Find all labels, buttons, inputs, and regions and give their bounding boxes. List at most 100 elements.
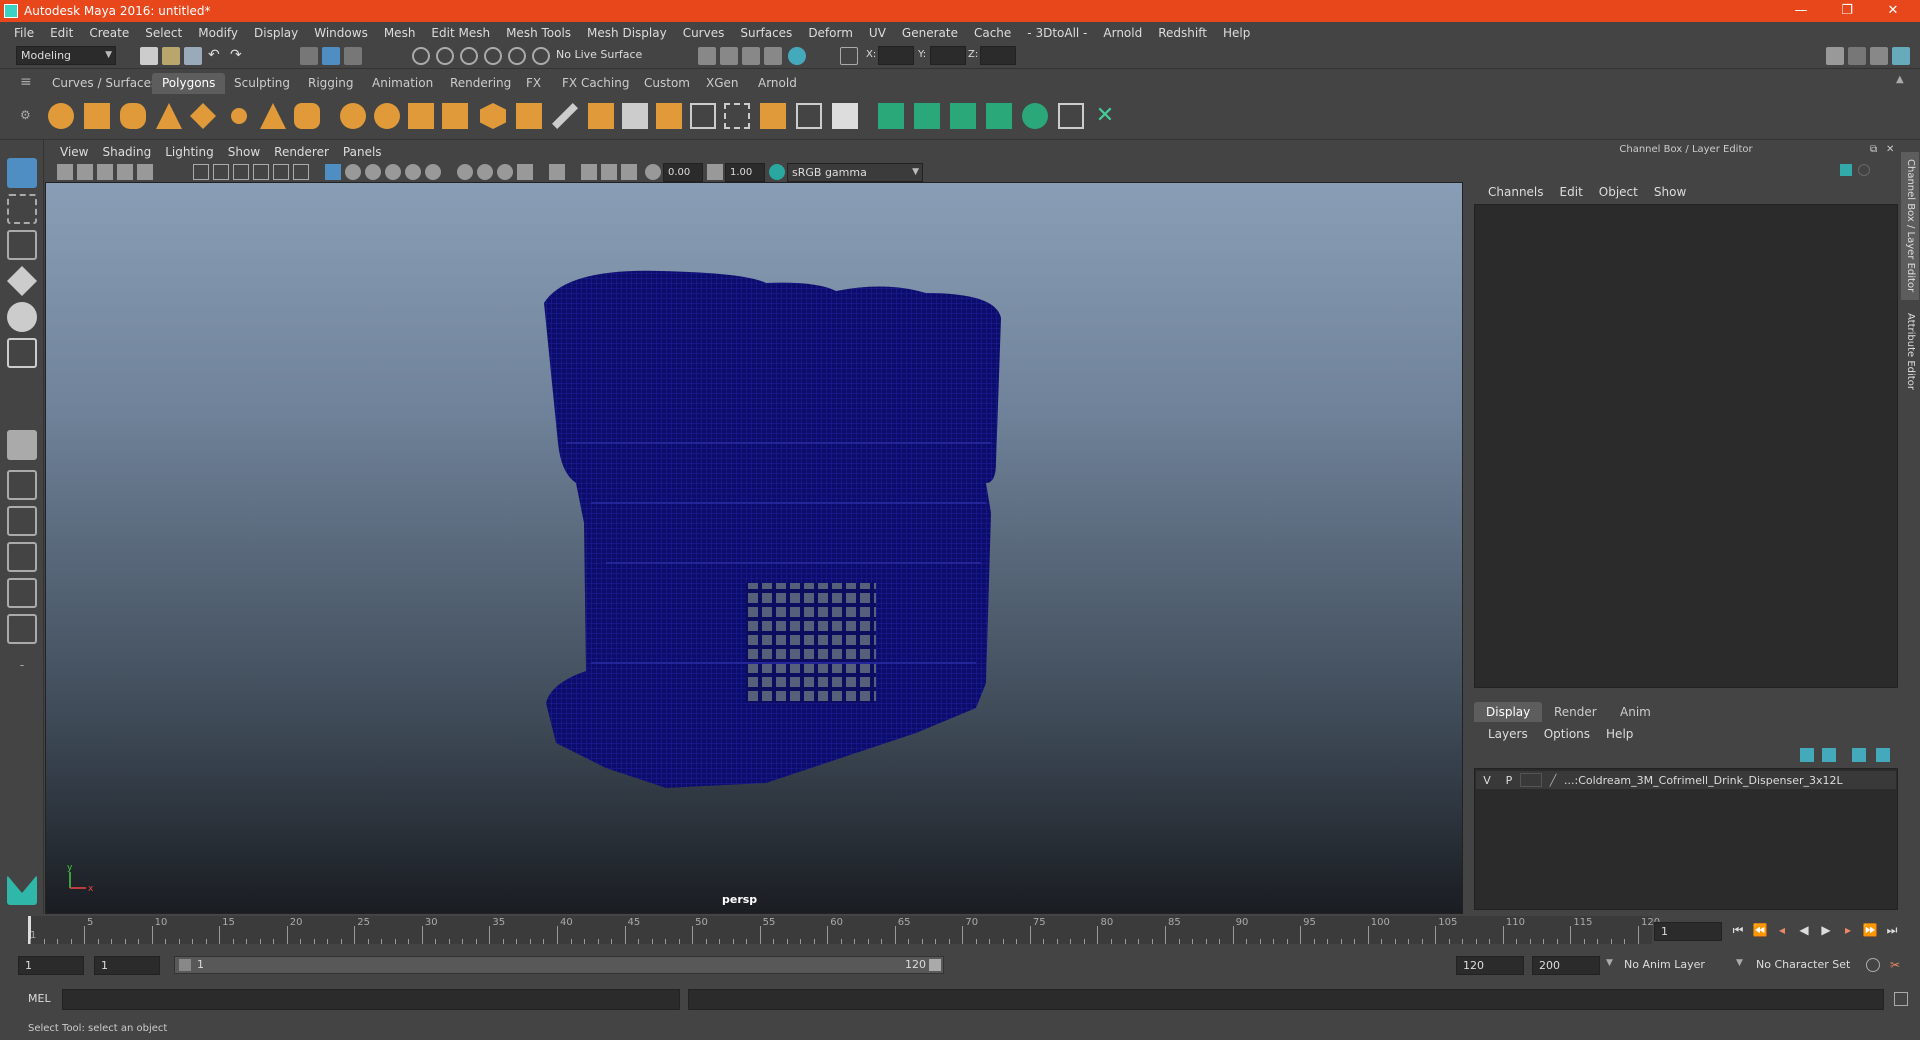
tab-animation[interactable]: Animation <box>362 73 443 94</box>
motion-blur-icon[interactable] <box>477 164 493 180</box>
menu-curves[interactable]: Curves <box>675 26 733 40</box>
persp-outliner-layout-icon[interactable] <box>7 578 37 608</box>
character-set-dropdown[interactable]: No Character Set <box>1752 956 1864 975</box>
separate-icon[interactable] <box>374 103 400 129</box>
menu-create[interactable]: Create <box>81 26 137 40</box>
play-forwards-icon[interactable]: ▶ <box>1818 922 1834 938</box>
symmetry-icon[interactable]: ✕ <box>1092 103 1118 129</box>
xray-joints-icon[interactable] <box>581 164 597 180</box>
menu-mesh-display[interactable]: Mesh Display <box>579 26 675 40</box>
cb-menu-edit[interactable]: Edit <box>1552 185 1591 199</box>
menu-edit-mesh[interactable]: Edit Mesh <box>423 26 498 40</box>
tab-custom[interactable]: Custom <box>634 73 700 94</box>
vp-menu-show[interactable]: Show <box>221 145 267 159</box>
new-scene-icon[interactable] <box>140 47 158 65</box>
image-plane-icon[interactable] <box>117 164 133 180</box>
step-forward-frame-icon[interactable]: ▸ <box>1840 922 1856 938</box>
step-forward-key-icon[interactable]: ⏩ <box>1862 922 1878 938</box>
float-panel-icon[interactable]: ⧉ <box>1870 144 1877 155</box>
tab-polygons[interactable]: Polygons <box>152 73 226 94</box>
cb-menu-channels[interactable]: Channels <box>1480 185 1552 199</box>
tab-display[interactable]: Display <box>1474 702 1543 722</box>
menu-select[interactable]: Select <box>137 26 190 40</box>
snap-point-icon[interactable] <box>460 47 478 65</box>
lasso-tool-icon[interactable] <box>7 194 37 224</box>
checker-icon[interactable] <box>1058 103 1084 129</box>
undo-icon[interactable]: ↶ <box>208 47 226 65</box>
vp-menu-renderer[interactable]: Renderer <box>267 145 336 159</box>
shelf-menu-icon[interactable]: ≡ <box>20 74 38 92</box>
save-scene-icon[interactable] <box>184 47 202 65</box>
poly-cylinder-icon[interactable] <box>120 103 146 129</box>
dispenser-wireframe[interactable] <box>46 143 1464 915</box>
menu-set-dropdown[interactable]: Modeling ▼ <box>16 46 116 65</box>
quad-draw-icon[interactable] <box>796 103 822 129</box>
live-surface-field[interactable]: No Live Surface <box>552 46 648 65</box>
side-tab-channel-box[interactable]: Channel Box / Layer Editor <box>1901 152 1919 300</box>
xray-components-icon[interactable] <box>601 164 617 180</box>
modeling-toolkit-icon[interactable] <box>1826 47 1844 65</box>
range-slider[interactable]: 1 120 <box>174 956 944 974</box>
film-gate-icon[interactable] <box>193 164 209 180</box>
minimize-button[interactable]: — <box>1778 0 1824 22</box>
shelf-gear-icon[interactable]: ⚙ <box>20 108 38 126</box>
play-backwards-icon[interactable]: ◀ <box>1796 922 1812 938</box>
connect-icon[interactable] <box>760 103 786 129</box>
vp-menu-panels[interactable]: Panels <box>336 145 389 159</box>
tab-fx[interactable]: FX <box>516 73 551 94</box>
x-input[interactable] <box>878 46 914 65</box>
cb-menu-show[interactable]: Show <box>1646 185 1694 199</box>
mirror-icon[interactable] <box>832 103 858 129</box>
menu-modify[interactable]: Modify <box>190 26 246 40</box>
tab-anim[interactable]: Anim <box>1608 702 1663 722</box>
playback-end-input[interactable]: 120 <box>1456 956 1524 975</box>
go-to-end-icon[interactable]: ⏭ <box>1884 922 1900 938</box>
menu-3dtoall[interactable]: - 3DtoAll - <box>1019 26 1095 40</box>
render-current-icon[interactable] <box>698 47 716 65</box>
grid-icon[interactable] <box>137 164 153 180</box>
snap-curve-icon[interactable] <box>436 47 454 65</box>
anti-aliasing-icon[interactable] <box>497 164 513 180</box>
snap-vertex-icon[interactable] <box>532 47 550 65</box>
mel-command-input[interactable] <box>62 989 680 1010</box>
multi-cut-icon[interactable] <box>690 103 716 129</box>
poly-pipe-icon[interactable] <box>294 103 320 129</box>
smooth-icon[interactable] <box>480 103 506 129</box>
range-end-handle[interactable] <box>929 959 941 971</box>
tab-sculpting[interactable]: Sculpting <box>224 73 300 94</box>
layer-row[interactable]: V P ╱ ...:Coldream_3M_Cofrimell_Drink_Di… <box>1476 771 1896 789</box>
gate-mask-icon[interactable] <box>233 164 249 180</box>
vp-menu-view[interactable]: View <box>53 145 95 159</box>
go-to-start-icon[interactable]: ⏮ <box>1730 922 1746 938</box>
layer-name[interactable]: ...:Coldream_3M_Cofrimell_Drink_Dispense… <box>1564 774 1843 787</box>
playback-start-input[interactable]: 1 <box>94 956 160 975</box>
close-button[interactable]: ✕ <box>1870 0 1916 22</box>
menu-mesh-tools[interactable]: Mesh Tools <box>498 26 579 40</box>
speed-icon[interactable] <box>1858 164 1870 176</box>
poly-pyramid-icon[interactable] <box>260 103 286 129</box>
screen-space-ao-icon[interactable] <box>457 164 473 180</box>
move-layer-up-icon[interactable] <box>1800 748 1814 762</box>
field-chart-icon[interactable] <box>253 164 269 180</box>
scale-tool-icon[interactable] <box>7 338 37 368</box>
animation-end-input[interactable]: 200 <box>1532 956 1600 975</box>
snap-view-icon[interactable] <box>484 47 502 65</box>
current-frame-input[interactable]: 1 <box>1654 922 1722 941</box>
select-tool-icon[interactable] <box>7 158 37 188</box>
average-vertices-icon[interactable] <box>516 103 542 129</box>
color-management-icon[interactable] <box>769 164 785 180</box>
menu-display[interactable]: Display <box>246 26 306 40</box>
le-menu-help[interactable]: Help <box>1598 727 1641 741</box>
menu-windows[interactable]: Windows <box>306 26 376 40</box>
tab-fx-caching[interactable]: FX Caching <box>552 73 639 94</box>
z-input[interactable] <box>980 46 1016 65</box>
time-slider-track[interactable]: 1 5 10 15 20 25 30 35 40 45 50 55 60 65 70 75 80 85 90 95 1… <box>28 916 1660 944</box>
uv-spherical-icon[interactable] <box>950 103 976 129</box>
auto-key-icon[interactable] <box>1866 958 1880 972</box>
menu-arnold[interactable]: Arnold <box>1095 26 1150 40</box>
render-settings-icon[interactable] <box>742 47 760 65</box>
uv-cylindrical-icon[interactable] <box>914 103 940 129</box>
attribute-editor-icon[interactable] <box>1848 47 1866 65</box>
uv-automatic-icon[interactable] <box>986 103 1012 129</box>
menu-surfaces[interactable]: Surfaces <box>732 26 800 40</box>
